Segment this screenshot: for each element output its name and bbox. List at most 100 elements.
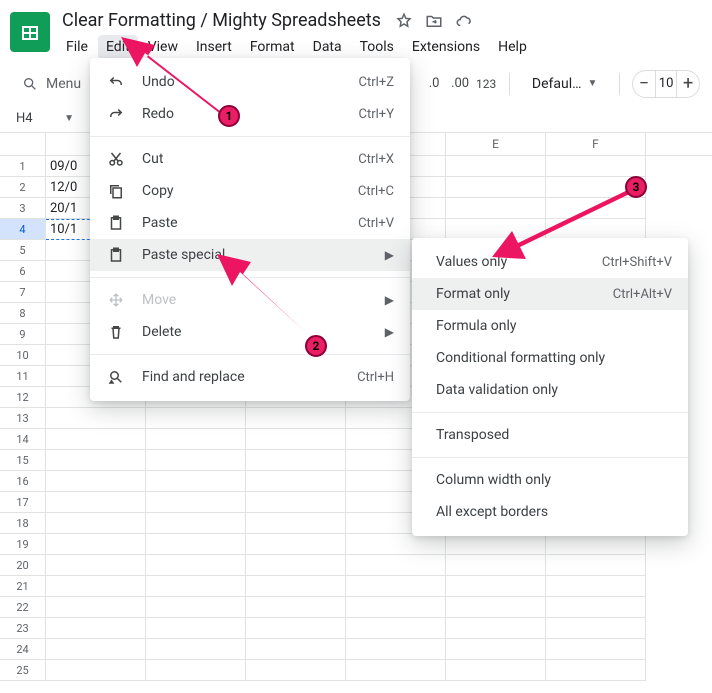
row-header[interactable]: 5 xyxy=(0,240,46,261)
column-header[interactable]: E xyxy=(446,133,546,155)
cell[interactable] xyxy=(46,576,146,597)
column-header[interactable]: F xyxy=(546,133,646,155)
cell[interactable] xyxy=(546,660,646,681)
row-header[interactable]: 17 xyxy=(0,492,46,513)
menu-item-redo[interactable]: Redo Ctrl+Y xyxy=(90,98,410,130)
cell[interactable] xyxy=(546,534,646,555)
menu-search[interactable]: Menu xyxy=(12,72,91,96)
menu-item-paste-special[interactable]: Paste special ▶ xyxy=(90,239,410,271)
cell[interactable] xyxy=(146,513,246,534)
cell[interactable] xyxy=(46,534,146,555)
cell[interactable] xyxy=(146,555,246,576)
cell[interactable] xyxy=(146,429,246,450)
row-header[interactable]: 22 xyxy=(0,597,46,618)
cell[interactable] xyxy=(246,450,346,471)
row-header[interactable]: 7 xyxy=(0,282,46,303)
submenu-all-except-borders[interactable]: All except borders xyxy=(412,496,688,528)
cell[interactable] xyxy=(246,471,346,492)
cell[interactable] xyxy=(346,576,446,597)
row-header[interactable]: 6 xyxy=(0,261,46,282)
cell[interactable] xyxy=(46,513,146,534)
cell[interactable] xyxy=(246,492,346,513)
cloud-status-icon[interactable] xyxy=(455,12,473,30)
select-all-corner[interactable] xyxy=(0,133,46,155)
menu-data[interactable]: Data xyxy=(305,35,350,59)
cell[interactable] xyxy=(346,555,446,576)
cell[interactable] xyxy=(46,660,146,681)
cell[interactable] xyxy=(546,639,646,660)
menu-extensions[interactable]: Extensions xyxy=(404,35,488,59)
row-header[interactable]: 4 xyxy=(0,219,46,240)
submenu-data-validation-only[interactable]: Data validation only xyxy=(412,374,688,406)
submenu-format-only[interactable]: Format only Ctrl+Alt+V xyxy=(412,278,688,310)
row-header[interactable]: 3 xyxy=(0,198,46,219)
cell[interactable] xyxy=(246,660,346,681)
row-header[interactable]: 21 xyxy=(0,576,46,597)
cell[interactable] xyxy=(446,198,546,219)
cell[interactable] xyxy=(446,219,546,240)
cell[interactable] xyxy=(446,660,546,681)
menu-item-cut[interactable]: Cut Ctrl+X xyxy=(90,143,410,175)
cell[interactable] xyxy=(146,597,246,618)
row-header[interactable]: 9 xyxy=(0,324,46,345)
row-header[interactable]: 1 xyxy=(0,156,46,177)
cell[interactable] xyxy=(146,450,246,471)
row-header[interactable]: 12 xyxy=(0,387,46,408)
cell[interactable] xyxy=(446,555,546,576)
cell[interactable] xyxy=(46,639,146,660)
font-selector[interactable]: Defaul… ▼ xyxy=(522,72,608,96)
row-header[interactable]: 11 xyxy=(0,366,46,387)
cell[interactable] xyxy=(446,639,546,660)
cell[interactable] xyxy=(146,576,246,597)
menu-item-find-replace[interactable]: Find and replace Ctrl+H xyxy=(90,361,410,393)
cell[interactable] xyxy=(46,429,146,450)
cell[interactable] xyxy=(146,660,246,681)
row-header[interactable]: 24 xyxy=(0,639,46,660)
font-size-decrease-button[interactable]: − xyxy=(633,73,655,94)
cell[interactable] xyxy=(546,156,646,177)
cell[interactable] xyxy=(246,534,346,555)
cell[interactable] xyxy=(546,219,646,240)
font-size-increase-button[interactable]: + xyxy=(677,73,699,94)
menu-help[interactable]: Help xyxy=(490,35,535,59)
cell[interactable] xyxy=(146,492,246,513)
menu-file[interactable]: File xyxy=(58,35,96,59)
row-header[interactable]: 25 xyxy=(0,660,46,681)
submenu-formula-only[interactable]: Formula only xyxy=(412,310,688,342)
menu-insert[interactable]: Insert xyxy=(188,35,240,59)
cell[interactable] xyxy=(46,597,146,618)
cell[interactable] xyxy=(146,534,246,555)
cell[interactable] xyxy=(446,597,546,618)
star-icon[interactable] xyxy=(395,12,413,30)
submenu-values-only[interactable]: Values only Ctrl+Shift+V xyxy=(412,246,688,278)
cell[interactable] xyxy=(346,534,446,555)
cell[interactable] xyxy=(246,618,346,639)
menu-tools[interactable]: Tools xyxy=(352,35,402,59)
menu-item-delete[interactable]: Delete ▶ xyxy=(90,316,410,348)
menu-item-copy[interactable]: Copy Ctrl+C xyxy=(90,175,410,207)
cell[interactable] xyxy=(246,597,346,618)
cell[interactable] xyxy=(546,198,646,219)
cell[interactable] xyxy=(146,618,246,639)
cell[interactable] xyxy=(146,471,246,492)
menu-view[interactable]: View xyxy=(140,35,186,59)
row-header[interactable]: 19 xyxy=(0,534,46,555)
submenu-conditional-formatting-only[interactable]: Conditional formatting only xyxy=(412,342,688,374)
menu-edit[interactable]: Edit xyxy=(98,35,138,59)
cell[interactable] xyxy=(46,450,146,471)
cell[interactable] xyxy=(546,618,646,639)
cell[interactable] xyxy=(46,555,146,576)
cell[interactable] xyxy=(546,576,646,597)
cell[interactable] xyxy=(346,660,446,681)
cell[interactable] xyxy=(446,534,546,555)
sheets-logo-icon[interactable] xyxy=(10,12,50,52)
row-header[interactable]: 10 xyxy=(0,345,46,366)
doc-title[interactable]: Clear Formatting / Mighty Spreadsheets xyxy=(58,8,385,33)
row-header[interactable]: 8 xyxy=(0,303,46,324)
row-header[interactable]: 16 xyxy=(0,471,46,492)
cell[interactable] xyxy=(446,576,546,597)
cell[interactable] xyxy=(246,555,346,576)
row-header[interactable]: 14 xyxy=(0,429,46,450)
cell[interactable] xyxy=(446,156,546,177)
increase-decimal-button[interactable]: .00 xyxy=(449,76,471,91)
